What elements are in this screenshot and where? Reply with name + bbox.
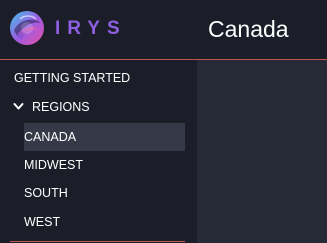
sidebar-item-label: GETTING STARTED [14,71,131,85]
sidebar-subitem-canada[interactable]: CANADA [24,123,185,151]
sidebar-divider [0,59,197,60]
irys-logo-icon [10,11,44,45]
sidebar-subitem-label: WEST [24,215,61,229]
sidebar-subitem-label: CANADA [24,130,77,144]
page-header: Canada [197,0,327,59]
brand-logo[interactable]: IRYS [8,9,120,49]
sidebar-subitem-label: MIDWEST [24,158,84,172]
sidebar-subitem-west[interactable]: WEST [24,208,185,236]
sidebar: IRYS GETTING STARTED REGIONS CANADA MIDW… [0,0,197,243]
app-window: IRYS GETTING STARTED REGIONS CANADA MIDW… [0,0,327,243]
sidebar-subitem-midwest[interactable]: MIDWEST [24,151,185,179]
page-title: Canada [208,16,289,42]
sidebar-item-regions[interactable]: REGIONS [0,93,197,121]
sidebar-subitem-label: SOUTH [24,186,68,200]
sidebar-subitem-south[interactable]: SOUTH [24,179,185,207]
sidebar-item-getting-started[interactable]: GETTING STARTED [0,64,197,92]
sidebar-divider [10,241,185,242]
main-content: Canada [197,0,327,243]
sidebar-item-label: REGIONS [32,100,90,114]
chevron-down-icon [13,103,24,110]
header-divider [197,59,327,60]
brand-name: IRYS [55,18,127,39]
